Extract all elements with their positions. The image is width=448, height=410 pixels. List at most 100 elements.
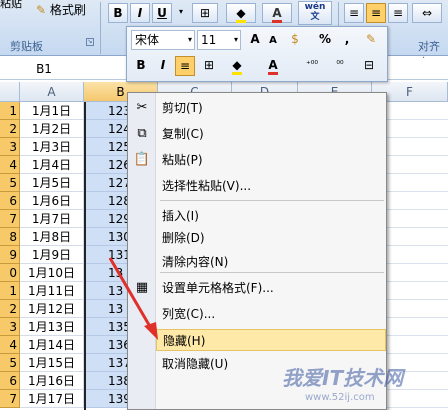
decrease-decimal-icon: ⁰⁰: [336, 60, 344, 70]
paste-button[interactable]: 粘贴: [0, 0, 30, 14]
decrease-decimal-button[interactable]: ⁰⁰: [327, 56, 353, 76]
cell-a[interactable]: 1月15日: [20, 354, 84, 372]
row-header[interactable]: 5: [0, 354, 20, 372]
font-name-value: 宋体: [135, 33, 160, 47]
font-color-button[interactable]: A: [262, 3, 292, 23]
row-header[interactable]: 1: [0, 102, 20, 120]
cell-a[interactable]: 1月6日: [20, 192, 84, 210]
grow-font-button[interactable]: A: [245, 30, 265, 50]
row-header[interactable]: 9: [0, 246, 20, 264]
cell-a[interactable]: 1月4日: [20, 156, 84, 174]
name-box[interactable]: B1: [0, 58, 88, 80]
menu-item[interactable]: 清除内容(N): [156, 251, 386, 273]
mini-italic-button[interactable]: I: [153, 56, 173, 76]
cell-a[interactable]: 1月2日: [20, 120, 84, 138]
increase-decimal-button[interactable]: ⁺⁰⁰: [299, 56, 325, 76]
mini-font-color-button[interactable]: A: [263, 56, 283, 76]
borders-button[interactable]: ⊞: [192, 3, 218, 23]
chevron-down-icon: ▾: [233, 35, 238, 44]
format-cells-icon: ▦: [135, 280, 149, 295]
mini-fill-button[interactable]: ◆: [227, 56, 247, 76]
merge-mini-button[interactable]: ⊟: [359, 56, 379, 76]
italic-button[interactable]: I: [130, 3, 150, 23]
menu-item[interactable]: 插入(I): [156, 205, 386, 227]
cell-a[interactable]: 1月8日: [20, 228, 84, 246]
row-header[interactable]: 8: [0, 228, 20, 246]
underline-dropdown-icon[interactable]: ▾: [176, 3, 186, 23]
percent-button[interactable]: %: [315, 30, 335, 50]
menu-item[interactable]: 隐藏(H): [156, 329, 386, 351]
select-all-corner[interactable]: [0, 82, 20, 102]
scissors-icon: ✂: [136, 100, 148, 115]
cell-a[interactable]: 1月14日: [20, 336, 84, 354]
align-right-icon: ≡: [392, 6, 404, 20]
menu-item[interactable]: 复制(C): [156, 123, 386, 145]
watermark-url: www.52ij.com: [305, 392, 375, 403]
fill-color-icon: ◆: [236, 6, 246, 23]
underline-button[interactable]: U: [152, 3, 172, 23]
row-header[interactable]: 6: [0, 372, 20, 390]
copy-icon: ⧉: [137, 126, 147, 141]
paste-icon: 📋: [133, 152, 151, 167]
menu-item[interactable]: 列宽(C)...: [156, 303, 386, 325]
row-header[interactable]: 4: [0, 156, 20, 174]
align-right-button[interactable]: ≡: [388, 3, 408, 23]
increase-decimal-icon: ⁺⁰⁰: [306, 60, 318, 70]
comma-button[interactable]: ,: [337, 30, 357, 50]
mini-borders-button[interactable]: ⊞: [199, 56, 219, 76]
cell-a[interactable]: 1月5日: [20, 174, 84, 192]
menu-item[interactable]: 删除(D): [156, 227, 386, 249]
phonetic-button[interactable]: wén 文: [298, 1, 332, 25]
row-header[interactable]: 4: [0, 336, 20, 354]
cell-a[interactable]: 1月9日: [20, 246, 84, 264]
row-header[interactable]: 1: [0, 282, 20, 300]
format-painter-button[interactable]: ✎ 格式刷: [36, 0, 96, 20]
clipboard-launcher-icon[interactable]: ↘: [86, 38, 94, 46]
menu-item[interactable]: 选择性粘贴(V)...: [156, 175, 386, 197]
accounting-format-button[interactable]: $: [285, 30, 305, 50]
row-header[interactable]: 3: [0, 318, 20, 336]
mini-center-button[interactable]: ≡: [175, 56, 195, 76]
row-header[interactable]: 5: [0, 174, 20, 192]
font-name-select[interactable]: 宋体 ▾: [131, 30, 195, 50]
row-header[interactable]: 7: [0, 390, 20, 408]
shrink-font-button[interactable]: A: [263, 32, 283, 52]
row-header[interactable]: 7: [0, 210, 20, 228]
bold-button[interactable]: B: [108, 3, 128, 23]
brush-icon: ✎: [365, 32, 377, 46]
menu-item[interactable]: 设置单元格格式(F)...: [156, 277, 386, 299]
cell-a[interactable]: 1月3日: [20, 138, 84, 156]
menu-item[interactable]: 粘贴(P): [156, 149, 386, 171]
menu-item[interactable]: 剪切(T): [156, 97, 386, 119]
cell-a[interactable]: 1月12日: [20, 300, 84, 318]
cell-a[interactable]: 1月1日: [20, 102, 84, 120]
align-center-button[interactable]: ≡: [366, 3, 386, 23]
column-header-a[interactable]: A: [20, 82, 84, 102]
clipboard-group-label: 剪贴板: [10, 40, 43, 53]
row-header[interactable]: 2: [0, 300, 20, 318]
menu-separator: [160, 200, 384, 201]
cell-a[interactable]: 1月7日: [20, 210, 84, 228]
borders-icon: ⊞: [199, 6, 211, 20]
currency-icon: $: [291, 32, 299, 46]
group-divider: [100, 2, 101, 54]
font-size-select[interactable]: 11 ▾: [197, 30, 241, 50]
cell-a[interactable]: 1月16日: [20, 372, 84, 390]
merge-center-button[interactable]: ⇔: [412, 3, 442, 23]
cell-a[interactable]: 1月11日: [20, 282, 84, 300]
row-header[interactable]: 0: [0, 264, 20, 282]
format-painter-mini-button[interactable]: ✎: [361, 30, 381, 50]
cell-a[interactable]: 1月10日: [20, 264, 84, 282]
row-header[interactable]: 6: [0, 192, 20, 210]
fill-color-icon: ◆: [232, 58, 242, 75]
align-left-button[interactable]: ≡: [344, 3, 364, 23]
menu-separator: [160, 272, 384, 273]
fill-color-button[interactable]: ◆: [226, 3, 256, 23]
cell-a[interactable]: 1月17日: [20, 390, 84, 408]
row-header[interactable]: 2: [0, 120, 20, 138]
mini-toolbar: 宋体 ▾ 11 ▾ A A $ % , ✎ B I ≡ ⊞ ◆ A ⁺⁰⁰ ⁰⁰…: [126, 26, 388, 82]
merge-icon: ⇔: [421, 6, 433, 20]
cell-a[interactable]: 1月13日: [20, 318, 84, 336]
mini-bold-button[interactable]: B: [131, 56, 151, 76]
row-header[interactable]: 3: [0, 138, 20, 156]
